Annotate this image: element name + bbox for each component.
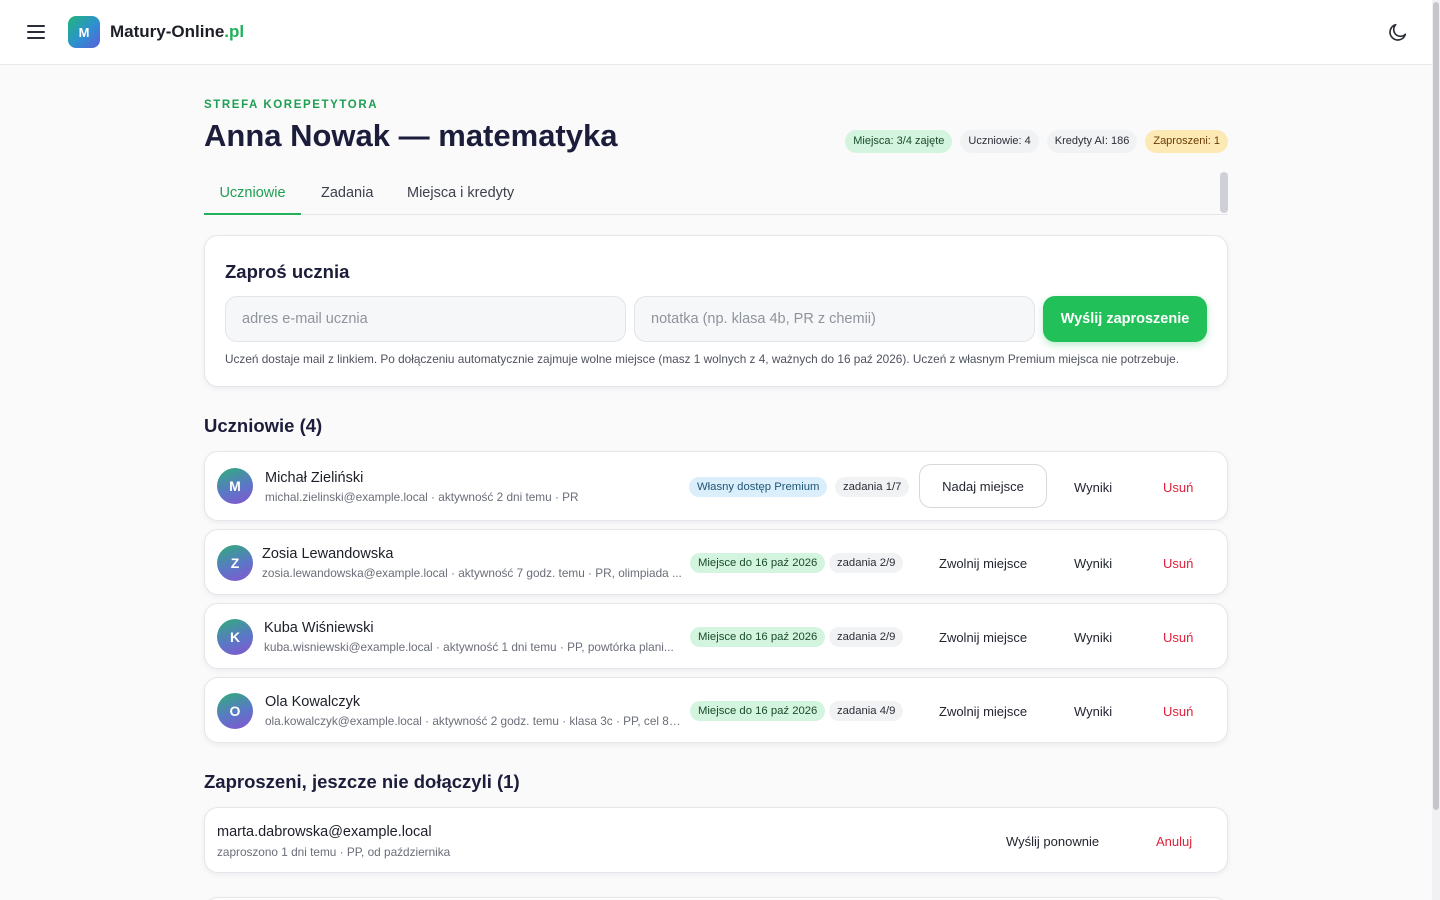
tasks-badge: zadania 2/9	[829, 553, 904, 573]
student-name: Ola Kowalczyk	[265, 694, 361, 710]
menu-icon[interactable]	[24, 20, 48, 44]
send-invite-button[interactable]: Wyślij zaproszenie	[1043, 296, 1207, 342]
status-badge: Miejsce do 16 paź 2026	[690, 627, 826, 647]
pending-section-title: Zaproszeni, jeszcze nie dołączyli (1)	[204, 771, 520, 792]
remove-button[interactable]: Usuń	[1163, 704, 1193, 719]
student-meta: zosia.lewandowska@example.local · aktywn…	[262, 566, 682, 580]
student-row: O Ola Kowalczyk ola.kowalczyk@example.lo…	[204, 677, 1228, 743]
stats-chips: Miejsca: 3/4 zajęte Uczniowie: 4 Kredyty…	[845, 130, 1228, 153]
results-button[interactable]: Wyniki	[1074, 556, 1112, 571]
seats-chip: Miejsca: 3/4 zajęte	[845, 130, 953, 153]
tab-tasks[interactable]: Zadania	[321, 172, 373, 215]
tabs: Uczniowie Zadania Miejsca i kredyty	[204, 172, 1228, 215]
tab-students[interactable]: Uczniowie	[204, 172, 301, 215]
invite-help-text: Uczeń dostaje mail z linkiem. Po dołącze…	[225, 352, 1179, 366]
tasks-badge: zadania 1/7	[835, 477, 910, 497]
ai-credits-chip: Kredyty AI: 186	[1046, 130, 1138, 153]
moon-icon[interactable]	[1387, 21, 1409, 43]
invited-count-chip: Zaproszeni: 1	[1145, 130, 1228, 153]
results-button[interactable]: Wyniki	[1074, 704, 1112, 719]
tasks-badge: zadania 4/9	[829, 701, 904, 721]
brand-name-main: Matury-Online	[110, 22, 225, 41]
results-button[interactable]: Wyniki	[1074, 630, 1112, 645]
student-meta: michal.zielinski@example.local · aktywno…	[265, 490, 579, 504]
status-badge: Miejsce do 16 paź 2026	[690, 553, 826, 573]
students-section-title: Uczniowie (4)	[204, 415, 323, 436]
email-input[interactable]	[225, 296, 626, 342]
student-meta: ola.kowalczyk@example.local · aktywność …	[265, 714, 683, 728]
student-row: Z Zosia Lewandowska zosia.lewandowska@ex…	[204, 529, 1228, 595]
note-input[interactable]	[634, 296, 1035, 342]
resend-invite-button[interactable]: Wyślij ponownie	[1006, 834, 1099, 849]
invite-title: Zaproś ucznia	[225, 261, 350, 282]
pending-invite-row: marta.dabrowska@example.local zaproszono…	[204, 807, 1228, 873]
release-seat-button[interactable]: Zwolnij miejsce	[939, 704, 1027, 719]
page-scrollbar-thumb[interactable]	[1433, 2, 1439, 810]
release-seat-button[interactable]: Zwolnij miejsce	[939, 556, 1027, 571]
status-badge: Miejsce do 16 paź 2026	[690, 701, 826, 721]
pending-email: marta.dabrowska@example.local	[217, 824, 432, 840]
page-eyebrow: STREFA KOREPETYTORA	[204, 99, 379, 111]
student-row: K Kuba Wiśniewski kuba.wisniewski@exampl…	[204, 603, 1228, 669]
release-seat-button[interactable]: Zwolnij miejsce	[939, 630, 1027, 645]
remove-button[interactable]: Usuń	[1163, 630, 1193, 645]
page-scrollbar[interactable]	[1432, 0, 1440, 900]
students-count-chip: Uczniowie: 4	[960, 130, 1039, 153]
avatar: O	[217, 693, 253, 729]
student-meta: kuba.wisniewski@example.local · aktywnoś…	[264, 640, 674, 654]
assign-seat-button[interactable]: Nadaj miejsce	[919, 464, 1047, 508]
avatar: M	[217, 468, 253, 504]
tab-seats-credits[interactable]: Miejsca i kredyty	[407, 172, 514, 215]
status-badge: Własny dostęp Premium	[689, 477, 828, 497]
remove-button[interactable]: Usuń	[1163, 556, 1193, 571]
student-name: Kuba Wiśniewski	[264, 620, 374, 636]
avatar: K	[217, 619, 253, 655]
tasks-badge: zadania 2/9	[829, 627, 904, 647]
student-name: Zosia Lewandowska	[262, 546, 394, 562]
top-bar: M Matury-Online.pl	[0, 0, 1432, 65]
logo[interactable]: M	[68, 16, 100, 48]
pending-meta: zaproszono 1 dni temu · PP, od październ…	[217, 845, 451, 859]
brand-name[interactable]: Matury-Online.pl	[110, 22, 244, 42]
cancel-invite-button[interactable]: Anuluj	[1156, 834, 1192, 849]
invite-card: Zaproś ucznia Wyślij zaproszenie Uczeń d…	[204, 235, 1228, 387]
page-title: Anna Nowak — matematyka	[204, 118, 618, 153]
student-row: M Michał Zieliński michal.zielinski@exam…	[204, 451, 1228, 521]
remove-button[interactable]: Usuń	[1163, 480, 1193, 495]
brand-name-tld: .pl	[224, 22, 245, 41]
student-name: Michał Zieliński	[265, 470, 364, 486]
tabs-scrollbar[interactable]	[1220, 172, 1228, 213]
results-button[interactable]: Wyniki	[1074, 480, 1112, 495]
avatar: Z	[217, 545, 253, 581]
